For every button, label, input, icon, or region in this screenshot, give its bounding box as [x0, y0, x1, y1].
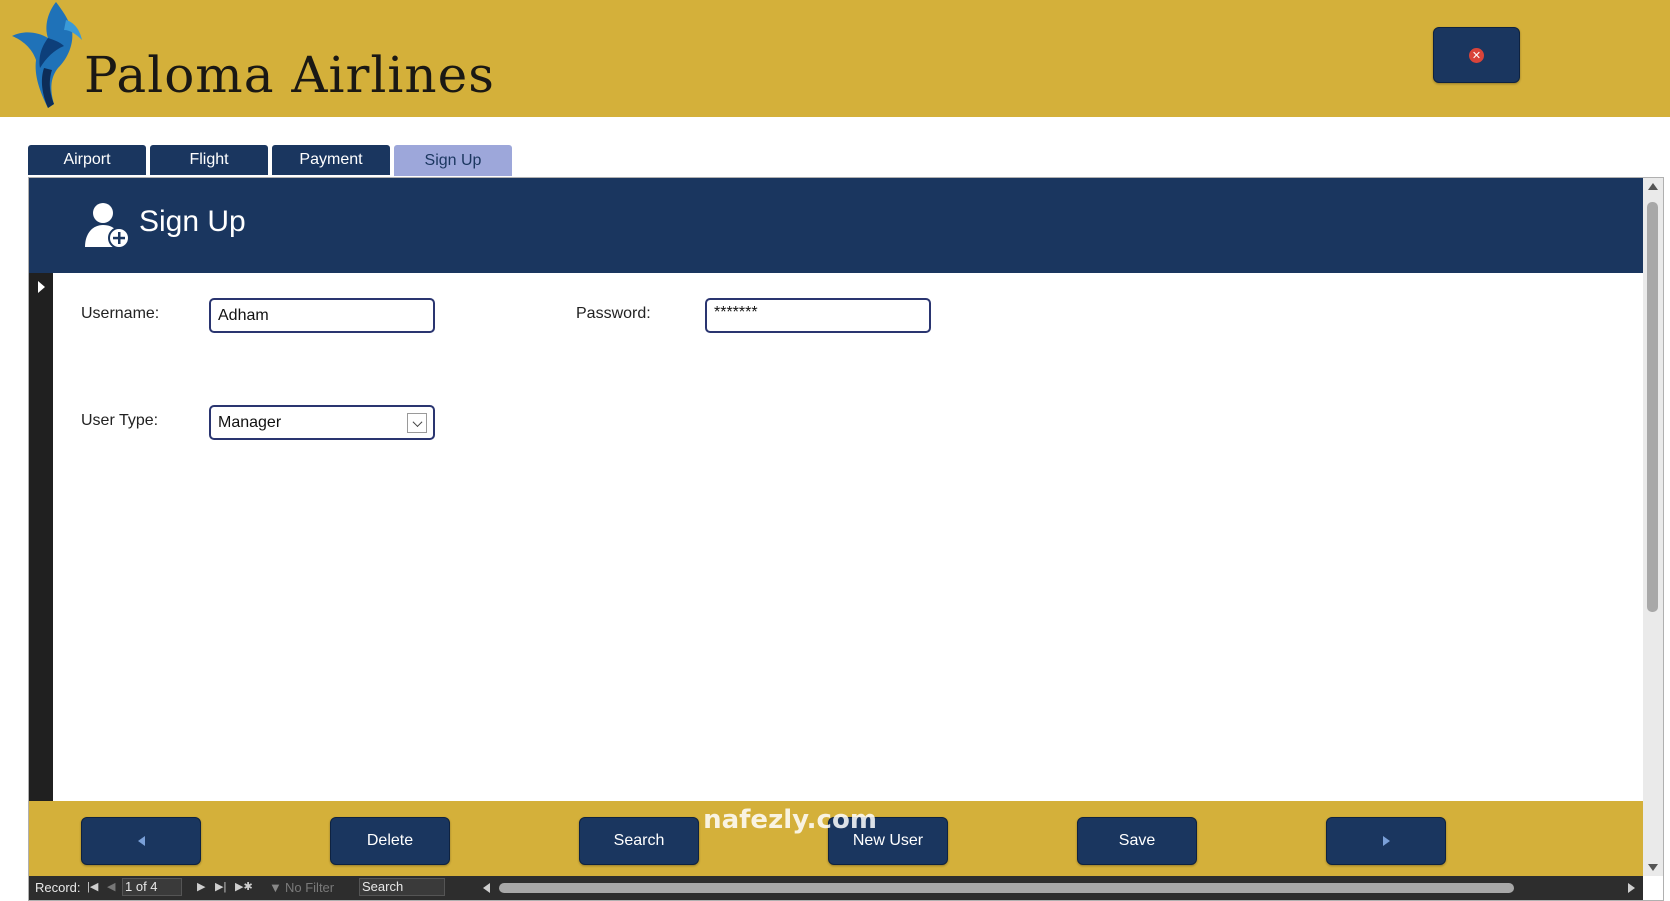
- tab-sign-up[interactable]: Sign Up: [394, 145, 512, 176]
- scroll-up-icon[interactable]: [1648, 183, 1658, 190]
- next-record-icon[interactable]: ▶: [197, 880, 205, 893]
- user-type-label: User Type:: [81, 412, 159, 429]
- previous-record-button[interactable]: [81, 817, 201, 865]
- current-record-field[interactable]: 1 of 4: [122, 878, 182, 896]
- tab-bar: Airport Flight Payment Sign Up: [28, 145, 512, 176]
- form-title: Sign Up: [139, 205, 246, 238]
- tab-airport[interactable]: Airport: [28, 145, 146, 175]
- bird-logo-icon: [12, 2, 82, 108]
- user-type-select[interactable]: Manager: [209, 405, 435, 440]
- horizontal-scroll-thumb[interactable]: [499, 883, 1514, 893]
- close-button[interactable]: ✕: [1433, 27, 1520, 83]
- previous-record-icon[interactable]: ◀: [107, 880, 115, 893]
- vertical-scroll-thumb[interactable]: [1647, 202, 1658, 612]
- form-header: Sign Up: [29, 178, 1643, 273]
- logo-text: Paloma Airlines: [84, 46, 495, 104]
- password-label: Password:: [576, 305, 651, 322]
- app-header: Paloma Airlines ✕: [0, 0, 1670, 117]
- delete-button[interactable]: Delete: [330, 817, 450, 865]
- last-record-icon[interactable]: ▶|: [215, 880, 226, 893]
- close-icon: ✕: [1469, 47, 1484, 63]
- username-input[interactable]: [218, 306, 426, 325]
- search-button[interactable]: Search: [579, 817, 699, 865]
- scroll-left-icon[interactable]: [483, 883, 490, 893]
- sign-up-form: Sign Up Username: Password: ******* User…: [28, 177, 1664, 901]
- record-navigation-bar: Record: |◀ ◀ 1 of 4 ▶ ▶| ▶✱ ▼ No Filter …: [29, 876, 1643, 900]
- username-label: Username:: [81, 305, 160, 322]
- chevron-left-icon: [137, 836, 145, 846]
- save-button[interactable]: Save: [1077, 817, 1197, 865]
- next-record-button[interactable]: [1326, 817, 1446, 865]
- password-field[interactable]: *******: [705, 298, 931, 333]
- record-label: Record:: [35, 880, 81, 895]
- navbar-search-input[interactable]: Search: [359, 878, 445, 896]
- first-record-icon[interactable]: |◀: [87, 880, 98, 893]
- horizontal-scrollbar[interactable]: [479, 879, 1639, 897]
- user-type-value: Manager: [218, 413, 282, 431]
- chevron-down-icon: [412, 416, 422, 427]
- record-pointer-icon: [38, 281, 45, 293]
- password-input[interactable]: *******: [714, 304, 758, 322]
- vertical-scrollbar[interactable]: [1643, 178, 1663, 876]
- chevron-right-icon: [1382, 836, 1390, 846]
- user-type-dropdown-button[interactable]: [407, 413, 427, 433]
- filter-icon[interactable]: ▼: [269, 880, 282, 895]
- form-footer: Delete Search New User Save: [29, 801, 1643, 876]
- record-selector[interactable]: [29, 273, 53, 801]
- tab-payment[interactable]: Payment: [272, 145, 390, 175]
- new-user-button[interactable]: New User: [828, 817, 948, 865]
- scroll-right-icon[interactable]: [1628, 883, 1635, 893]
- username-field[interactable]: [209, 298, 435, 333]
- user-add-icon: [85, 203, 130, 249]
- new-record-icon[interactable]: ▶✱: [235, 880, 253, 893]
- scroll-down-icon[interactable]: [1648, 864, 1658, 871]
- tab-flight[interactable]: Flight: [150, 145, 268, 175]
- no-filter-label[interactable]: No Filter: [285, 880, 334, 895]
